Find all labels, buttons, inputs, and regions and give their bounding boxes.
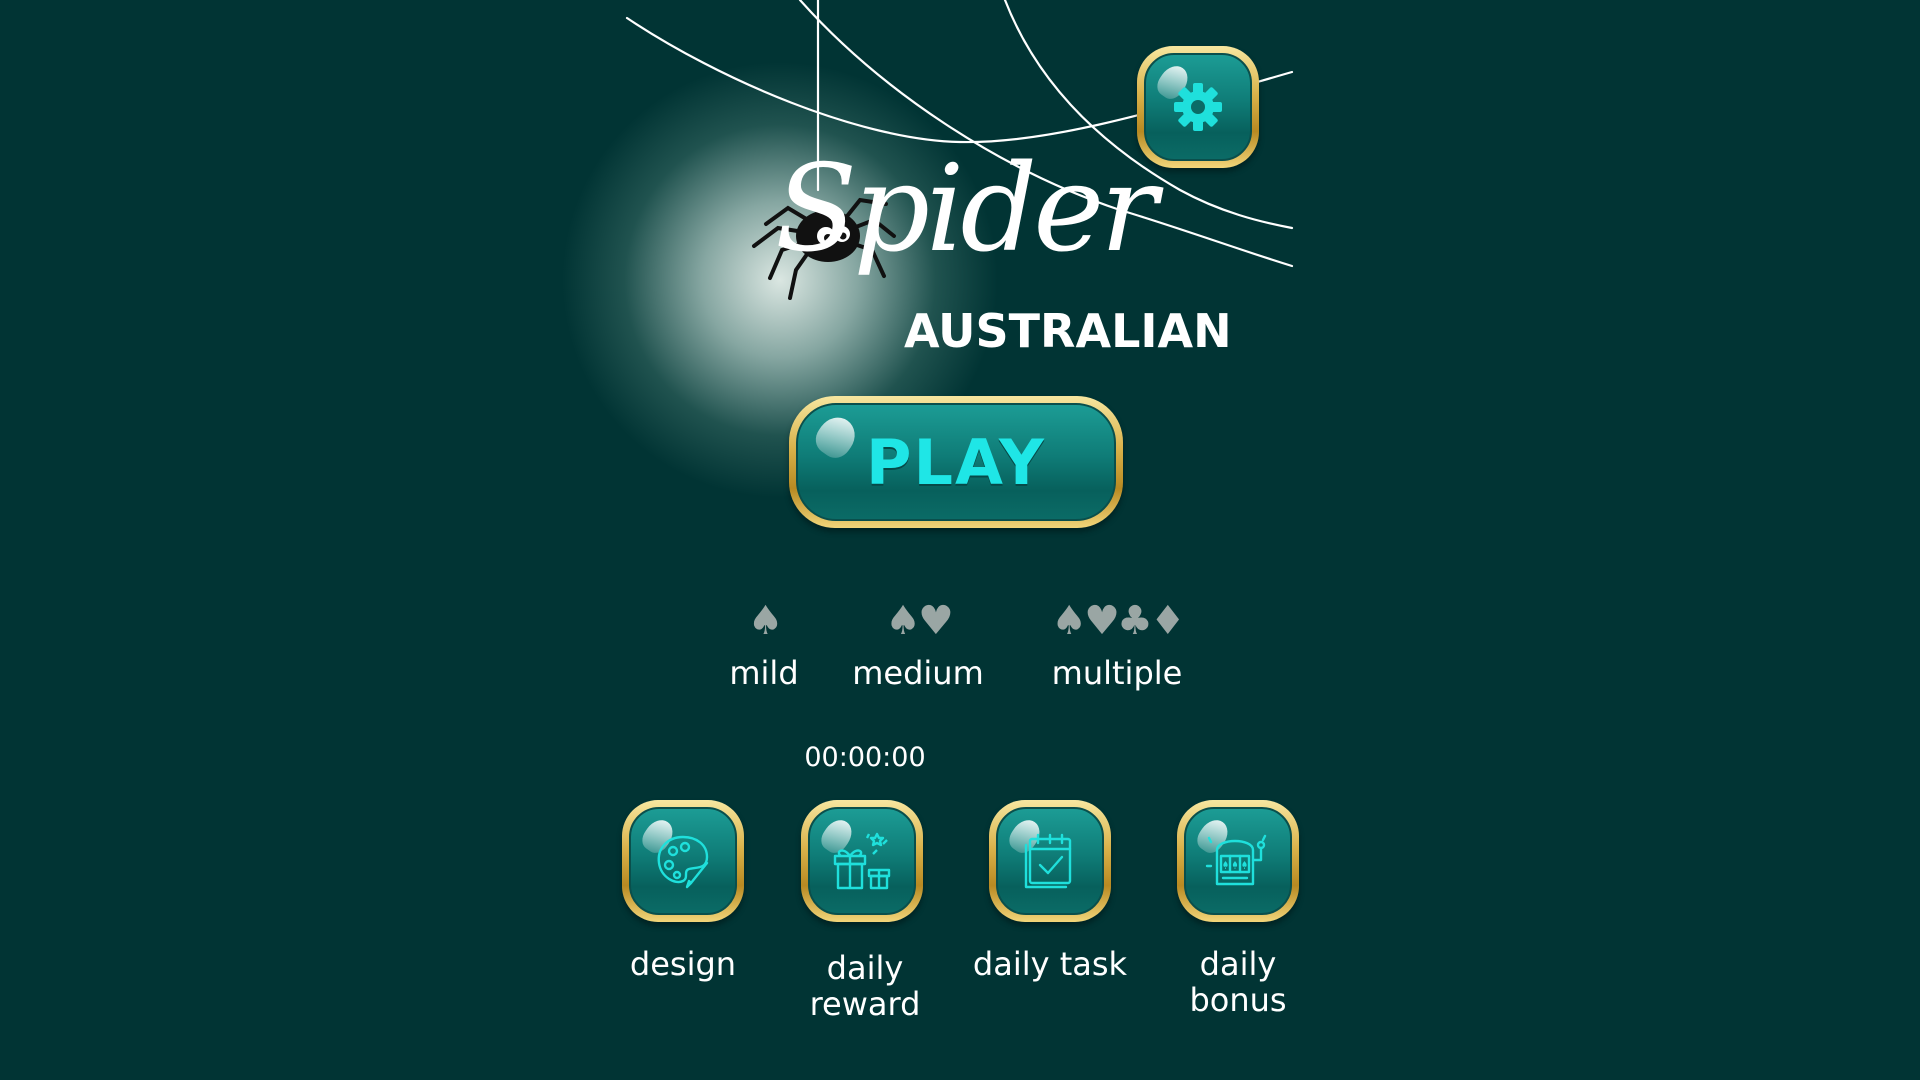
play-button-face: PLAY — [796, 403, 1116, 521]
daily-bonus-button[interactable] — [1177, 800, 1299, 922]
daily-reward-label: daily reward — [780, 950, 950, 1022]
slot-machine-icon — [1205, 834, 1267, 886]
calendar-check-icon — [1024, 833, 1072, 889]
daily-reward-label-line2: reward — [809, 985, 921, 1023]
difficulty-label: multiple — [1051, 654, 1183, 692]
suit-icons: ♠ — [747, 598, 784, 644]
daily-reward-timer: 00:00:00 — [804, 742, 926, 773]
design-label: design — [629, 945, 737, 983]
logo-title: Spider — [775, 140, 1158, 279]
daily-reward-button[interactable] — [801, 800, 923, 922]
daily-bonus-label: daily bonus — [1153, 946, 1323, 1018]
difficulty-label: medium — [852, 654, 984, 692]
play-button-label: PLAY — [866, 425, 1046, 499]
daily-bonus-label-line1: daily — [1199, 945, 1277, 983]
difficulty-mild[interactable]: ♠ mild — [722, 596, 806, 692]
design-button[interactable] — [622, 800, 744, 922]
logo-subtitle: AUSTRALIAN — [904, 304, 1232, 358]
palette-icon — [657, 835, 709, 889]
gift-icon — [833, 832, 891, 890]
daily-reward-label-line1: daily — [826, 949, 904, 987]
daily-task-button-face — [996, 807, 1104, 915]
settings-button[interactable] — [1137, 46, 1259, 168]
daily-reward-button-face — [808, 807, 916, 915]
difficulty-multiple[interactable]: ♠♥♣♦ multiple — [1046, 596, 1188, 692]
settings-button-face — [1144, 53, 1252, 161]
daily-bonus-button-face — [1184, 807, 1292, 915]
suit-icons: ♠♥ — [885, 598, 954, 644]
suit-icons: ♠♥♣♦ — [1051, 598, 1185, 644]
game-screen: Spider AUSTRALIAN PLAY ♠ mild ♠♥ medium … — [0, 0, 1920, 1080]
difficulty-label: mild — [729, 654, 799, 692]
daily-task-label: daily task — [972, 945, 1128, 983]
gear-icon — [1174, 83, 1222, 131]
button-shine — [809, 410, 863, 464]
daily-task-button[interactable] — [989, 800, 1111, 922]
daily-bonus-label-line2: bonus — [1189, 981, 1287, 1019]
difficulty-medium[interactable]: ♠♥ medium — [848, 596, 988, 692]
play-button[interactable]: PLAY — [789, 396, 1123, 528]
design-button-face — [629, 807, 737, 915]
